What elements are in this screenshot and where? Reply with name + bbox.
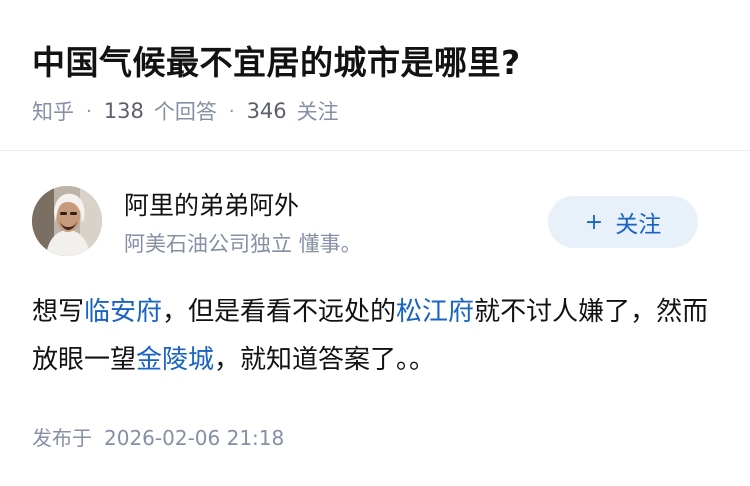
- published-time: 2026-02-06 21:18: [104, 426, 285, 450]
- follow-button[interactable]: + 关注: [548, 196, 698, 248]
- answer-count-label[interactable]: 个回答: [154, 96, 217, 126]
- source-label[interactable]: 知乎: [32, 96, 74, 126]
- answer-count: 138: [103, 99, 144, 123]
- meta-separator: ·: [228, 100, 235, 122]
- meta-separator: ·: [86, 100, 92, 122]
- published-label: 发布于: [32, 426, 92, 450]
- answer-content: 想写临安府，但是看看不远处的松江府就不讨人嫌了，然而放眼一望金陵城，就知道答案了…: [32, 288, 722, 384]
- answer-text: ，但是看看不远处的: [162, 297, 397, 327]
- follow-button-label: 关注: [615, 212, 662, 238]
- author-name[interactable]: 阿里的弟弟阿外: [124, 186, 299, 222]
- header-divider: [0, 150, 750, 151]
- answer-text: ，就知道答案了。。: [214, 345, 436, 375]
- question-meta: 知乎 · 138 个回答 · 346 关注: [32, 96, 339, 126]
- follower-count: 346: [246, 99, 287, 123]
- plus-icon: +: [584, 209, 604, 235]
- answer-text: 想写: [32, 297, 85, 327]
- author-bio: 阿美石油公司独立 懂事。: [124, 232, 362, 256]
- answer-link-songjiang[interactable]: 松江府: [396, 297, 474, 327]
- published-info: 发布于 2026-02-06 21:18: [32, 422, 284, 451]
- avatar[interactable]: [32, 186, 102, 256]
- answer-link-jinling[interactable]: 金陵城: [136, 345, 214, 375]
- question-header: 中国气候最不宜居的城市是哪里? 知乎 · 138 个回答 · 346 关注: [0, 0, 750, 150]
- question-title[interactable]: 中国气候最不宜居的城市是哪里?: [32, 36, 521, 84]
- avatar-image: [32, 186, 102, 256]
- answer-link-linan[interactable]: 临安府: [84, 297, 162, 327]
- follower-count-label[interactable]: 关注: [297, 96, 339, 126]
